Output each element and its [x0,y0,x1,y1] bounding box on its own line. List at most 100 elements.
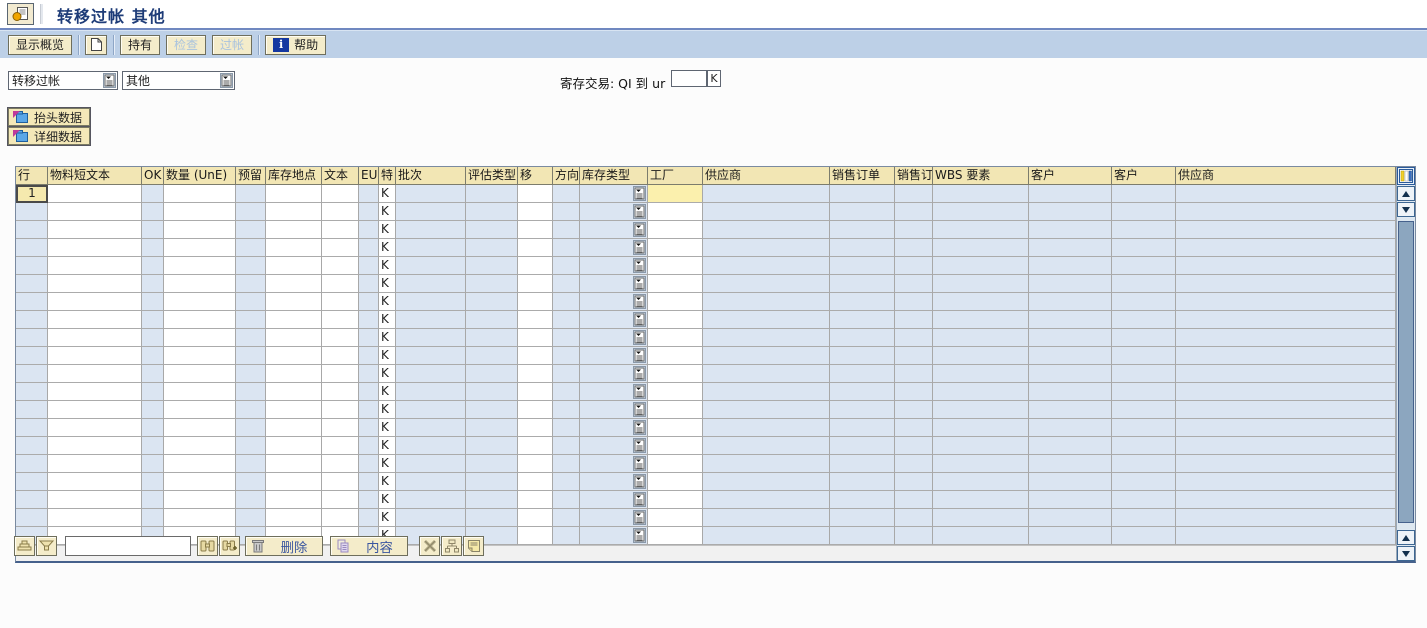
cell-storage-location[interactable] [266,311,322,329]
column-header-material-short-text[interactable]: 物料短文本 [48,167,142,185]
cell-quantity-une[interactable] [164,401,236,419]
column-header-wbs-element[interactable]: WBS 要素 [933,167,1029,185]
cell-special-stock[interactable]: K [379,311,396,329]
row-selector[interactable] [16,473,48,491]
page-up-button[interactable] [1397,530,1415,545]
dropdown-list-icon[interactable] [633,276,646,291]
cell-text[interactable] [322,275,359,293]
dropdown-list-icon[interactable] [633,312,646,327]
dropdown-list-icon[interactable] [633,384,646,399]
cell-plant[interactable] [648,221,703,239]
cell-quantity-une[interactable] [164,221,236,239]
dropdown-list-icon[interactable] [633,204,646,219]
cell-plant[interactable] [648,437,703,455]
sort-descending-button[interactable] [36,536,57,556]
hierarchy-button[interactable] [441,536,462,556]
cell-special-stock[interactable]: K [379,419,396,437]
column-header-valuation-type[interactable]: 评估类型 [466,167,518,185]
scroll-down-button[interactable] [1397,202,1415,217]
cell-text[interactable] [322,239,359,257]
cell-material-short-text[interactable] [48,275,142,293]
column-header-text[interactable]: 文本 [322,167,359,185]
display-overview-button[interactable]: 显示概览 [8,35,72,55]
cell-quantity-une[interactable] [164,509,236,527]
cell-special-stock[interactable]: K [379,365,396,383]
scrollbar-thumb[interactable] [1398,221,1414,523]
table-search-input[interactable] [65,536,191,556]
cell-plant[interactable] [648,347,703,365]
row-selector[interactable]: 1 [16,185,48,203]
dropdown-list-icon[interactable] [633,240,646,255]
cell-material-short-text[interactable] [48,419,142,437]
column-header-quantity-une[interactable]: 数量 (UnE) [164,167,236,185]
cell-quantity-une[interactable] [164,365,236,383]
cell-special-stock[interactable]: K [379,455,396,473]
cell-text[interactable] [322,491,359,509]
row-selector[interactable] [16,275,48,293]
column-header-sales-order-item[interactable]: 销售订... [895,167,933,185]
cell-storage-location[interactable] [266,185,322,203]
row-selector[interactable] [16,311,48,329]
cell-plant[interactable] [648,419,703,437]
column-header-row[interactable]: 行 [16,167,48,185]
dropdown-list-icon[interactable] [633,474,646,489]
help-button[interactable]: i 帮助 [265,35,326,55]
row-selector[interactable] [16,203,48,221]
row-selector[interactable] [16,257,48,275]
row-selector[interactable] [16,455,48,473]
cell-storage-location[interactable] [266,347,322,365]
cell-material-short-text[interactable] [48,221,142,239]
row-selector[interactable] [16,221,48,239]
cell-material-short-text[interactable] [48,455,142,473]
column-header-customer-2[interactable]: 客户 [1112,167,1176,185]
cell-material-short-text[interactable] [48,239,142,257]
cell-storage-location[interactable] [266,455,322,473]
cell-text[interactable] [322,203,359,221]
column-header-vendor[interactable]: 供应商 [703,167,830,185]
cell-movement[interactable] [518,419,553,437]
row-selector[interactable] [16,437,48,455]
dropdown-list-icon[interactable] [633,186,646,201]
cell-material-short-text[interactable] [48,401,142,419]
cell-storage-location[interactable] [266,437,322,455]
check-button[interactable]: 检查 [166,35,206,55]
cell-plant[interactable] [648,275,703,293]
cell-plant[interactable] [648,491,703,509]
cell-text[interactable] [322,293,359,311]
cell-special-stock[interactable]: K [379,239,396,257]
cell-storage-location[interactable] [266,491,322,509]
cell-text[interactable] [322,311,359,329]
cell-plant[interactable] [648,185,703,203]
dropdown-list-icon[interactable] [633,402,646,417]
cell-movement[interactable] [518,275,553,293]
dropdown-list-icon[interactable] [220,73,233,88]
row-selector[interactable] [16,329,48,347]
column-header-stock-type[interactable]: 库存类型 [580,167,648,185]
services-menu-button[interactable] [7,3,34,25]
cell-quantity-une[interactable] [164,257,236,275]
cell-storage-location[interactable] [266,203,322,221]
column-header-ok[interactable]: OK [142,167,164,185]
row-selector[interactable] [16,509,48,527]
cell-special-stock[interactable]: K [379,293,396,311]
row-selector[interactable] [16,347,48,365]
cell-movement[interactable] [518,473,553,491]
cell-movement[interactable] [518,329,553,347]
cell-special-stock[interactable]: K [379,347,396,365]
cell-quantity-une[interactable] [164,347,236,365]
cell-storage-location[interactable] [266,383,322,401]
row-selector[interactable] [16,239,48,257]
cell-material-short-text[interactable] [48,383,142,401]
subtype-select[interactable]: 其他 [122,71,235,90]
cell-movement[interactable] [518,203,553,221]
dropdown-list-icon[interactable] [633,492,646,507]
cell-special-stock[interactable]: K [379,401,396,419]
cell-special-stock[interactable]: K [379,383,396,401]
sort-ascending-button[interactable] [14,536,35,556]
cell-material-short-text[interactable] [48,311,142,329]
cell-quantity-une[interactable] [164,293,236,311]
cell-movement[interactable] [518,437,553,455]
dropdown-list-icon[interactable] [633,222,646,237]
column-header-customer[interactable]: 客户 [1029,167,1112,185]
cell-special-stock[interactable]: K [379,275,396,293]
